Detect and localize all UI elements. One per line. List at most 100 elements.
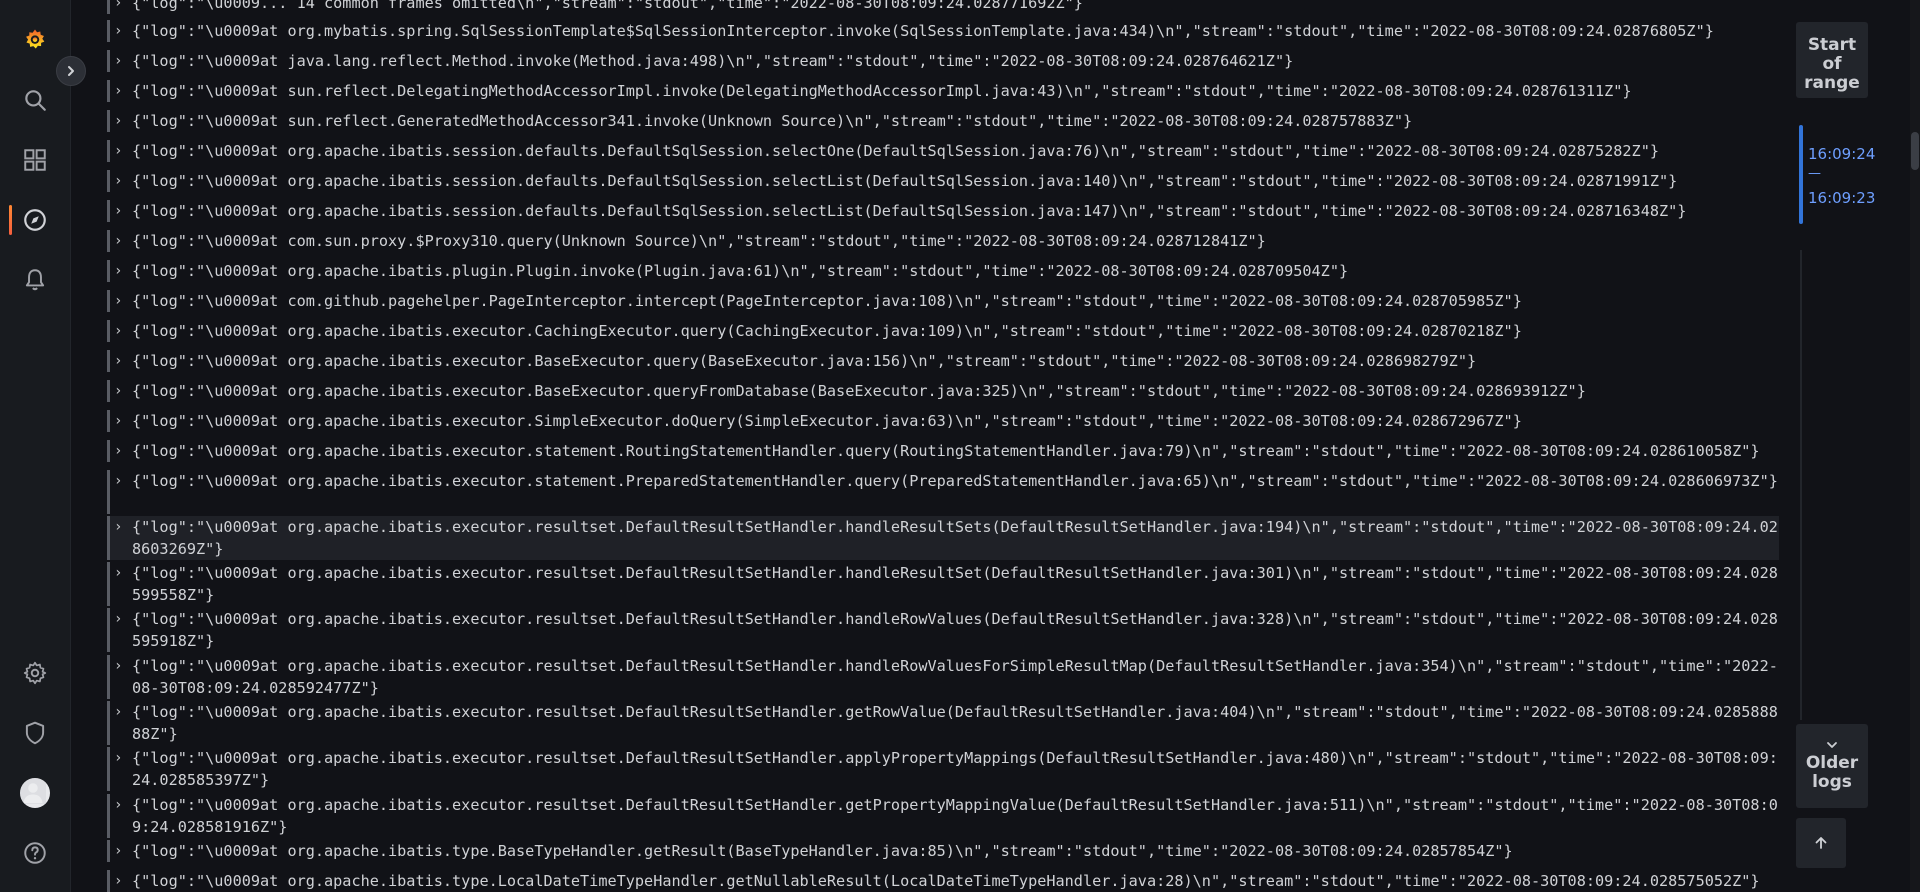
log-row[interactable]: › {"log":"\u0009at org.apache.ibatis.exec… xyxy=(107,562,1779,606)
log-level-bar xyxy=(107,170,110,192)
log-row[interactable]: › {"log":"\u0009at org.apache.ibatis.exec… xyxy=(107,794,1779,838)
log-row[interactable]: › {"log":"\u0009at sun.reflect.Delegating… xyxy=(107,80,1779,102)
log-level-bar xyxy=(107,50,110,72)
expand-chevron-icon[interactable]: › xyxy=(114,840,128,862)
log-level-bar xyxy=(107,608,110,652)
log-message: {"log":"\u0009at org.apache.ibatis.sessi… xyxy=(132,172,1678,190)
expand-chevron-icon[interactable]: › xyxy=(114,50,128,72)
compass-svg xyxy=(24,209,46,231)
log-row[interactable]: › {"log":"\u0009at com.sun.proxy.$Proxy31… xyxy=(107,230,1779,252)
log-row[interactable]: › {"log":"\u0009at org.apache.ibatis.exec… xyxy=(107,350,1779,372)
expand-chevron-icon[interactable]: › xyxy=(114,170,128,192)
log-row[interactable]: › {"log":"\u0009at org.apache.ibatis.exec… xyxy=(107,608,1779,652)
log-row[interactable]: › {"log":"\u0009at sun.reflect.GeneratedM… xyxy=(107,110,1779,132)
scroll-to-top-button[interactable] xyxy=(1796,818,1846,868)
log-message: {"log":"\u0009at org.apache.ibatis.execu… xyxy=(132,412,1522,430)
log-message: {"log":"\u0009at org.apache.ibatis.plugi… xyxy=(132,262,1349,280)
log-message: {"log":"\u0009at org.apache.ibatis.execu… xyxy=(132,796,1778,836)
log-level-bar xyxy=(107,380,110,402)
gear-svg xyxy=(23,661,47,685)
explore-compass-icon[interactable] xyxy=(0,198,70,242)
log-level-bar xyxy=(107,562,110,606)
expand-chevron-icon[interactable]: › xyxy=(114,410,128,432)
search-icon[interactable] xyxy=(0,78,70,122)
expand-chevron-icon[interactable]: › xyxy=(114,290,128,312)
alerting-bell-icon[interactable] xyxy=(0,258,70,302)
expand-chevron-icon[interactable]: › xyxy=(114,440,128,462)
log-row[interactable]: › {"log":"\u0009at org.apache.ibatis.plug… xyxy=(107,260,1779,282)
server-admin-shield-icon[interactable] xyxy=(0,711,70,755)
log-level-bar xyxy=(107,200,110,222)
log-row[interactable]: › {"log":"\u0009at org.apache.ibatis.sess… xyxy=(107,140,1779,162)
log-row[interactable]: › {"log":"\u0009at org.apache.ibatis.type… xyxy=(107,870,1779,892)
expand-chevron-icon[interactable]: › xyxy=(114,870,128,892)
expand-chevron-icon[interactable]: › xyxy=(114,655,128,699)
expand-chevron-icon[interactable]: › xyxy=(114,608,128,652)
expand-chevron-icon[interactable]: › xyxy=(114,320,128,342)
log-row[interactable]: › {"log":"\u0009at org.apache.ibatis.exec… xyxy=(107,380,1779,402)
log-message: {"log":"\u0009at org.mybatis.spring.SqlS… xyxy=(132,22,1714,40)
log-row[interactable]: › {"log":"\u0009at org.apache.ibatis.sess… xyxy=(107,170,1779,192)
log-row[interactable]: › {"log":"\u0009at org.apache.ibatis.exec… xyxy=(107,410,1779,432)
log-level-bar xyxy=(107,440,110,462)
expand-chevron-icon[interactable]: › xyxy=(114,140,128,162)
help-question-icon[interactable] xyxy=(0,831,70,875)
start-of-range-button[interactable]: Start of range xyxy=(1796,22,1868,98)
bell-svg xyxy=(25,269,45,291)
expand-chevron-icon[interactable]: › xyxy=(114,470,128,514)
expand-chevron-icon[interactable]: › xyxy=(114,380,128,402)
expand-chevron-icon[interactable]: › xyxy=(114,110,128,132)
configuration-gear-icon[interactable] xyxy=(0,651,70,695)
log-row[interactable]: › {"log":"\u0009at org.apache.ibatis.exec… xyxy=(107,440,1779,462)
expand-chevron-icon[interactable]: › xyxy=(114,260,128,282)
log-row[interactable]: › {"log":"\u0009at org.apache.ibatis.exec… xyxy=(107,747,1779,791)
expand-chevron-icon[interactable]: › xyxy=(114,701,128,745)
profile-avatar[interactable] xyxy=(0,771,70,815)
log-level-bar xyxy=(107,20,110,42)
log-level-bar xyxy=(107,516,110,560)
log-message: {"log":"\u0009at sun.reflect.DelegatingM… xyxy=(132,82,1632,100)
dashboards-icon[interactable] xyxy=(0,138,70,182)
log-row[interactable]: › {"log":"\u0009... 14 common frames omit… xyxy=(107,0,1779,14)
log-row[interactable]: › {"log":"\u0009at org.apache.ibatis.exec… xyxy=(107,470,1779,514)
grafana-logo-icon[interactable] xyxy=(0,18,70,62)
log-level-bar xyxy=(107,320,110,342)
log-row[interactable]: › {"log":"\u0009at org.apache.ibatis.type… xyxy=(107,840,1779,862)
log-message: {"log":"\u0009at org.apache.ibatis.execu… xyxy=(132,564,1778,604)
log-row[interactable]: › {"log":"\u0009at org.apache.ibatis.exec… xyxy=(107,320,1779,342)
expand-chevron-icon[interactable]: › xyxy=(114,747,128,791)
expand-chevron-icon[interactable]: › xyxy=(114,562,128,606)
log-level-bar xyxy=(107,410,110,432)
expand-chevron-icon[interactable]: › xyxy=(114,350,128,372)
older-logs-button[interactable]: Older logs xyxy=(1796,724,1868,808)
expand-chevron-icon[interactable]: › xyxy=(114,0,128,14)
expand-chevron-icon[interactable]: › xyxy=(114,20,128,42)
log-row[interactable]: › {"log":"\u0009at org.apache.ibatis.exec… xyxy=(107,655,1779,699)
log-row[interactable]: › {"log":"\u0009at com.github.pagehelper.… xyxy=(107,290,1779,312)
scrollbar-thumb[interactable] xyxy=(1911,132,1919,170)
expand-chevron-icon[interactable]: › xyxy=(114,516,128,560)
chevron-right-icon xyxy=(68,66,74,76)
expand-chevron-icon[interactable]: › xyxy=(114,80,128,102)
start-of-range-label-line-1: Start xyxy=(1807,35,1857,55)
timeline-track xyxy=(1800,250,1802,720)
log-message: {"log":"\u0009at org.apache.ibatis.sessi… xyxy=(132,202,1687,220)
logs-panel: › {"log":"\u0009... 14 common frames omit… xyxy=(107,0,1779,892)
log-row[interactable]: › {"log":"\u0009at java.lang.reflect.Meth… xyxy=(107,50,1779,72)
log-level-bar xyxy=(107,701,110,745)
log-row[interactable]: › {"log":"\u0009at org.apache.ibatis.sess… xyxy=(107,200,1779,222)
expand-chevron-icon[interactable]: › xyxy=(114,200,128,222)
log-message: {"log":"\u0009at org.apache.ibatis.execu… xyxy=(132,749,1778,789)
log-level-bar xyxy=(107,470,110,514)
expand-chevron-icon[interactable]: › xyxy=(114,230,128,252)
expand-chevron-icon[interactable]: › xyxy=(114,794,128,838)
expand-menu-button[interactable] xyxy=(56,56,86,86)
log-message: {"log":"\u0009at org.apache.ibatis.execu… xyxy=(132,382,1586,400)
log-row[interactable]: › {"log":"\u0009at org.apache.ibatis.exec… xyxy=(107,701,1779,745)
range-time-end: 16:09:23 xyxy=(1808,189,1876,207)
log-message: {"log":"\u0009at org.apache.ibatis.execu… xyxy=(132,352,1477,370)
log-row[interactable]: › {"log":"\u0009at org.apache.ibatis.exec… xyxy=(107,516,1779,560)
log-row[interactable]: › {"log":"\u0009at org.mybatis.spring.Sql… xyxy=(107,20,1779,42)
range-time-separator: — xyxy=(1808,166,1821,181)
log-message: {"log":"\u0009at org.apache.ibatis.execu… xyxy=(132,442,1760,460)
